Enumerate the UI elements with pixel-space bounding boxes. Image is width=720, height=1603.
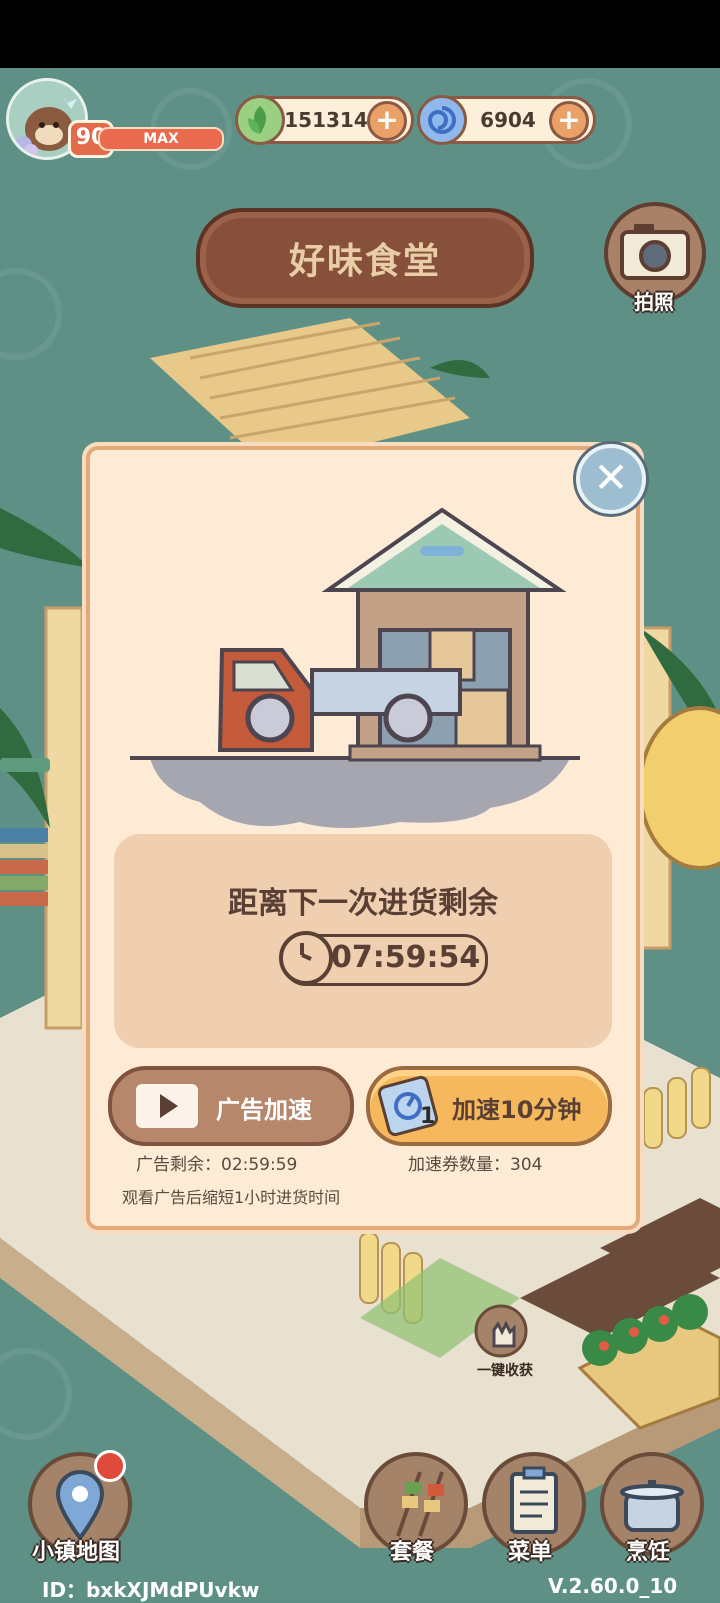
speed-button-label: 加速10分钟 xyxy=(452,1096,582,1124)
version-label: V.2.60.0_10 xyxy=(548,1574,678,1598)
ticket-count-badge: 1 xyxy=(420,1104,436,1129)
watch-ad-speedup-button[interactable]: 广告加速 xyxy=(108,1066,354,1146)
swirl-resource-value: 6904 xyxy=(480,108,536,132)
play-icon xyxy=(136,1084,198,1128)
swirl-icon xyxy=(417,95,467,145)
restaurant-name: 好味食堂 xyxy=(288,241,441,282)
speedup-10min-button[interactable]: 1 加速10分钟 xyxy=(366,1066,612,1146)
one-key-harvest-button[interactable] xyxy=(478,1310,528,1360)
harvest-label: 一键收获 xyxy=(477,1363,533,1379)
countdown-timer: 07:59:54 xyxy=(279,931,488,986)
leaf-resource-value: 151314 xyxy=(284,108,368,132)
restock-dialog: 距离下一次进货剩余 07:59:54 广告加速 1 加速10分钟 广告剩余：02… xyxy=(86,446,640,1230)
set-meal-label: 套餐 xyxy=(389,1540,434,1565)
glove-icon xyxy=(492,1320,516,1348)
countdown-panel: 距离下一次进货剩余 07:59:54 xyxy=(114,834,612,1048)
leaf-icon xyxy=(235,95,285,145)
leaf-resource-counter: 151314 + xyxy=(235,95,414,145)
notification-dot xyxy=(94,1450,126,1482)
level-progress-bar: MAX xyxy=(98,127,224,151)
truck-warehouse-illustration xyxy=(130,507,580,828)
close-icon: ✕ xyxy=(593,453,629,502)
swirl-resource-counter: 6904 + xyxy=(417,95,596,145)
add-swirl-button[interactable]: + xyxy=(549,101,589,141)
level-status: MAX xyxy=(143,131,179,147)
ad-button-label: 广告加速 xyxy=(216,1096,312,1124)
ticket-count-text: 加速券数量：304 xyxy=(408,1155,543,1175)
cooking-label: 烹饪 xyxy=(625,1540,670,1565)
town-map-label: 小镇地图 xyxy=(31,1540,120,1565)
add-leaf-button[interactable]: + xyxy=(367,101,407,141)
close-dialog-button[interactable]: ✕ xyxy=(576,444,646,514)
ad-hint-text: 观看广告后缩短1小时进货时间 xyxy=(122,1188,341,1207)
ad-remaining-text: 广告剩余：02:59:59 xyxy=(136,1155,298,1175)
menu-label: 菜单 xyxy=(507,1540,552,1565)
countdown-title: 距离下一次进货剩余 xyxy=(228,886,498,921)
player-id: ID：bxkXJMdPUvkw xyxy=(42,1578,260,1602)
restaurant-sign: 好味食堂 xyxy=(196,208,534,308)
clock-icon xyxy=(279,931,333,985)
countdown-time: 07:59:54 xyxy=(331,940,481,975)
status-bar xyxy=(0,0,720,68)
camera-label: 拍照 xyxy=(634,290,674,314)
